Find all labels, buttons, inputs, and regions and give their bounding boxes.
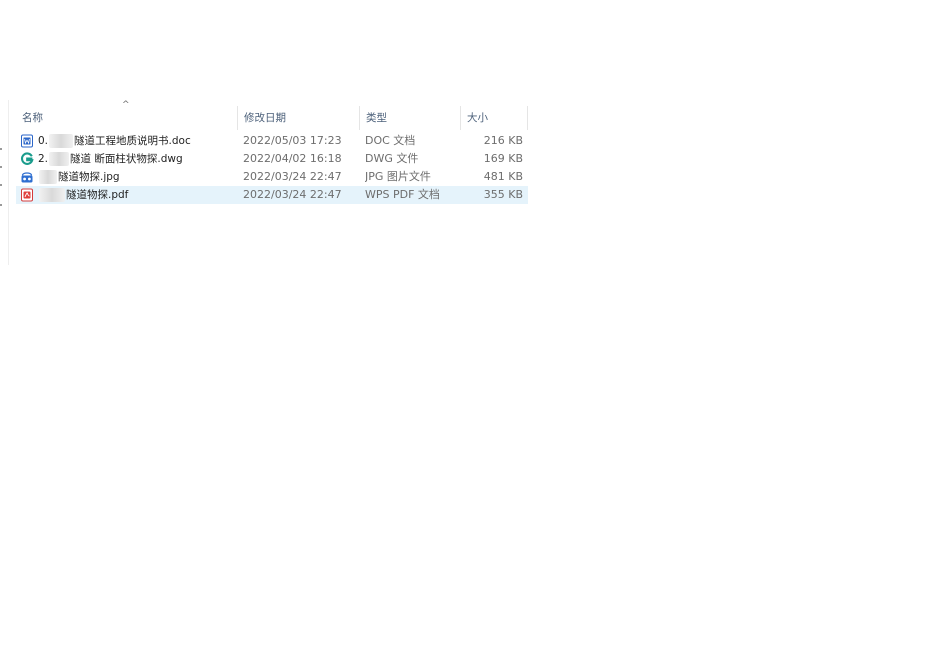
file-name-cell: 隧道物探.jpg xyxy=(20,168,238,186)
nav-marker xyxy=(0,184,2,186)
file-name: 隧道 断面柱状物探.dwg xyxy=(70,153,183,165)
column-header-size-label: 大小 xyxy=(467,112,488,124)
file-row[interactable]: 2. 隧道 断面柱状物探.dwg 2022/04/02 16:18 DWG 文件… xyxy=(16,150,528,168)
file-size: 169 KB xyxy=(483,152,523,165)
redacted-text xyxy=(49,152,70,166)
cad-dwg-icon xyxy=(21,152,34,165)
nav-marker xyxy=(0,148,2,150)
file-modified-date: 2022/03/24 22:47 xyxy=(243,188,342,201)
file-name-cell: 0. 隧道工程地质说明书.doc xyxy=(20,132,238,150)
column-header-type[interactable]: 类型 xyxy=(360,104,461,132)
column-header-type-label: 类型 xyxy=(366,112,387,124)
file-type: JPG 图片文件 xyxy=(365,170,431,183)
file-row[interactable]: 隧道物探.jpg 2022/03/24 22:47 JPG 图片文件 481 K… xyxy=(16,168,528,186)
redacted-text xyxy=(39,170,57,184)
file-name: 隧道物探.jpg xyxy=(58,171,120,183)
file-list: ^ 名称 修改日期 类型 大小 0. 隧道工程地质说明书.doc 2022/05… xyxy=(16,100,528,204)
file-type: DOC 文档 xyxy=(365,134,416,147)
image-viewer-icon xyxy=(21,172,33,183)
column-header-row: ^ 名称 修改日期 类型 大小 xyxy=(16,100,528,132)
redacted-text xyxy=(49,134,74,148)
column-header-size[interactable]: 大小 xyxy=(461,104,528,132)
file-size: 355 KB xyxy=(483,188,523,201)
file-name-prefix: 0. xyxy=(38,135,49,147)
file-name: 隧道工程地质说明书.doc xyxy=(74,135,191,147)
redacted-text xyxy=(39,188,65,202)
file-modified-date: 2022/05/03 17:23 xyxy=(243,134,342,147)
file-name: 隧道物探.pdf xyxy=(66,189,129,201)
column-header-modified[interactable]: 修改日期 xyxy=(238,104,360,132)
wps-pdf-icon xyxy=(21,188,33,202)
file-row-selected[interactable]: 隧道物探.pdf 2022/03/24 22:47 WPS PDF 文档 355… xyxy=(16,186,528,204)
file-modified-date: 2022/03/24 22:47 xyxy=(243,170,342,183)
navigation-pane-edge xyxy=(0,100,9,265)
nav-marker xyxy=(0,166,2,168)
column-header-name-label: 名称 xyxy=(22,112,43,124)
file-row[interactable]: 0. 隧道工程地质说明书.doc 2022/05/03 17:23 DOC 文档… xyxy=(16,132,528,150)
file-name-cell: 隧道物探.pdf xyxy=(20,186,238,204)
file-size: 216 KB xyxy=(483,134,523,147)
word-doc-icon xyxy=(21,134,33,148)
column-header-name[interactable]: 名称 xyxy=(16,104,238,132)
file-type: WPS PDF 文档 xyxy=(365,188,440,201)
file-modified-date: 2022/04/02 16:18 xyxy=(243,152,342,165)
file-size: 481 KB xyxy=(483,170,523,183)
file-name-cell: 2. 隧道 断面柱状物探.dwg xyxy=(20,150,238,168)
column-header-modified-label: 修改日期 xyxy=(244,112,286,124)
file-type: DWG 文件 xyxy=(365,152,419,165)
nav-marker xyxy=(0,204,2,206)
file-name-prefix: 2. xyxy=(38,153,49,165)
